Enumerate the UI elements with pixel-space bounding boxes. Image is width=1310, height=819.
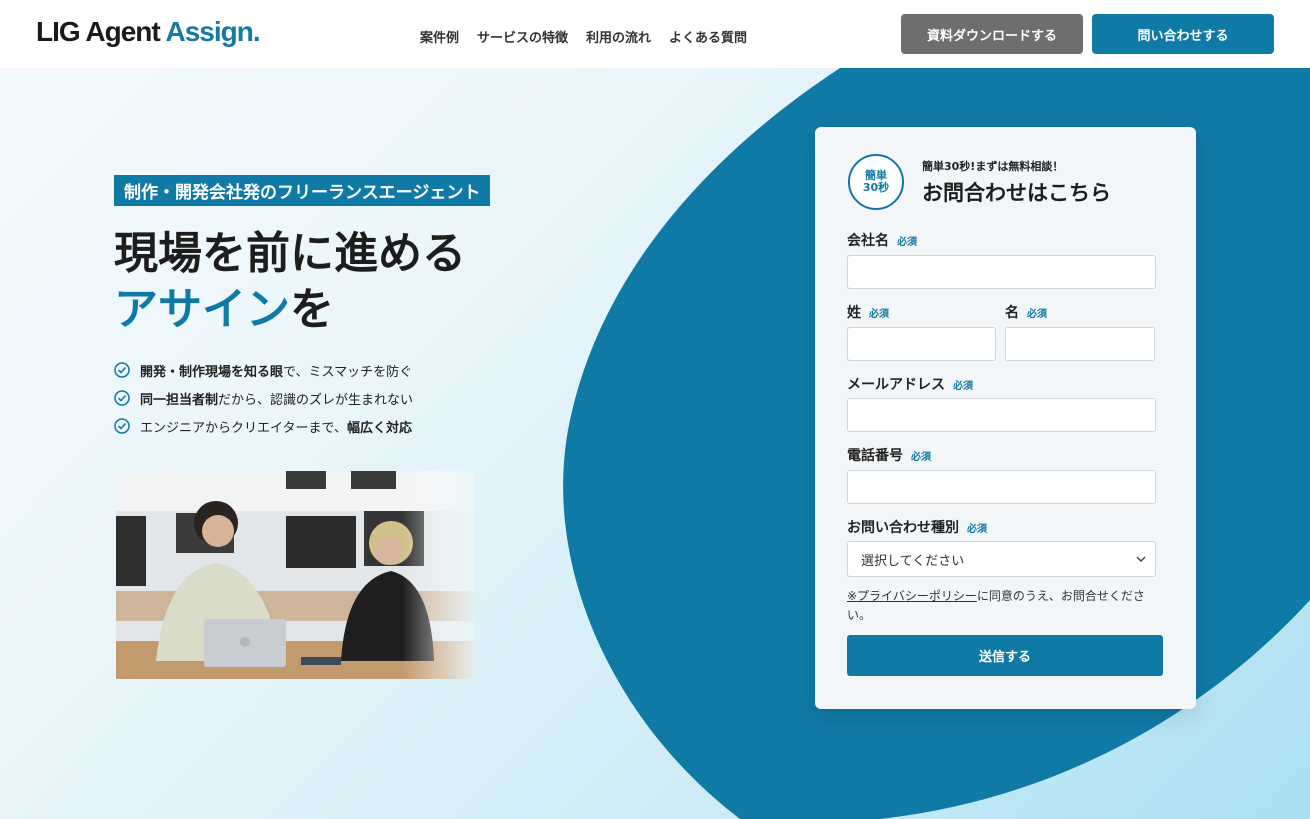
last-name-label: 姓必須 [847, 305, 889, 321]
required-badge: 必須 [1027, 309, 1047, 320]
nav-item-faq[interactable]: よくある質問 [669, 27, 747, 46]
feature-bold: 開発・制作現場を知る眼 [140, 364, 284, 380]
feature-item: エンジニアからクリエイターまで、幅広く対応 [114, 412, 413, 440]
feature-text: エンジニアからクリエイターまで、 [140, 420, 347, 436]
privacy-notice: ※プライバシーポリシーに同意のうえ、お問合せください。 [847, 587, 1157, 625]
feature-item: 開発・制作現場を知る眼で、ミスマッチを防ぐ [114, 356, 413, 384]
company-input[interactable] [847, 255, 1156, 289]
check-circle-icon [114, 390, 130, 406]
hero-tag: 制作・開発会社発のフリーランスエージェント [114, 175, 491, 206]
required-badge: 必須 [953, 381, 973, 392]
required-badge: 必須 [869, 309, 889, 320]
feature-list: 開発・制作現場を知る眼で、ミスマッチを防ぐ 同一担当者制だから、認識のズレが生ま… [114, 356, 413, 440]
inquiry-type-select[interactable]: 選択してください [847, 541, 1156, 577]
badge-line2: 30秒 [862, 181, 890, 194]
check-circle-icon [114, 418, 130, 434]
headline-line1: 現場を前に進める [114, 228, 466, 279]
chevron-down-icon [1136, 556, 1146, 563]
form-subtitle: 簡単30秒!まずは無料相談！ [922, 160, 1064, 173]
download-materials-button[interactable]: 資料ダウンロードする [901, 14, 1083, 54]
site-header: LIG Agent Assign. 案件例 サービスの特徴 利用の流れ よくある… [0, 0, 1310, 68]
nav-item-cases[interactable]: 案件例 [420, 27, 459, 46]
hero-headline: 現場を前に進める アサインを [114, 226, 466, 338]
check-circle-icon [114, 362, 130, 378]
logo[interactable]: LIG Agent Assign. [36, 16, 261, 48]
first-name-label: 名必須 [1005, 305, 1047, 321]
phone-input[interactable] [847, 470, 1156, 504]
required-badge: 必須 [967, 524, 987, 535]
phone-label: 電話番号 必須 [847, 448, 931, 464]
contact-form-card: 簡単 30秒 簡単30秒!まずは無料相談！ お問合わせはこちら 会社名 必須 姓必須… [815, 127, 1196, 709]
privacy-policy-link[interactable]: ※プライバシーポリシー [847, 589, 977, 603]
company-label: 会社名 必須 [847, 233, 917, 249]
required-badge: 必須 [911, 452, 931, 463]
first-name-input[interactable] [1005, 327, 1155, 361]
nav-item-features[interactable]: サービスの特徴 [477, 27, 568, 46]
feature-text: だから、認識のズレが生まれない [218, 392, 414, 408]
feature-text: で、ミスマッチを防ぐ [283, 364, 413, 380]
email-label: メールアドレス 必須 [847, 377, 973, 393]
headline-accent: アサイン [114, 284, 290, 335]
feature-bold: 幅広く対応 [346, 420, 412, 436]
logo-text-primary: LIG Agent [36, 16, 166, 47]
hero-photo [116, 471, 474, 679]
nav-item-flow[interactable]: 利用の流れ [586, 27, 651, 46]
inquiry-type-label: お問い合わせ種別 必須 [847, 520, 987, 536]
logo-text-accent: Assign. [165, 16, 260, 47]
inquiry-type-value: 選択してください [861, 553, 965, 569]
contact-button[interactable]: 問い合わせする [1092, 14, 1274, 54]
form-title: お問合わせはこちら [922, 181, 1111, 205]
main-nav: 案件例 サービスの特徴 利用の流れ よくある質問 [420, 27, 747, 46]
feature-bold: 同一担当者制 [140, 392, 219, 408]
quick-badge: 簡単 30秒 [848, 154, 904, 210]
headline-line2: アサインを [114, 282, 466, 338]
email-input[interactable] [847, 398, 1156, 432]
feature-item: 同一担当者制だから、認識のズレが生まれない [114, 384, 413, 412]
submit-button[interactable]: 送信する [847, 635, 1163, 676]
required-badge: 必須 [897, 237, 917, 248]
last-name-input[interactable] [847, 327, 996, 361]
headline-suffix: を [290, 284, 334, 335]
